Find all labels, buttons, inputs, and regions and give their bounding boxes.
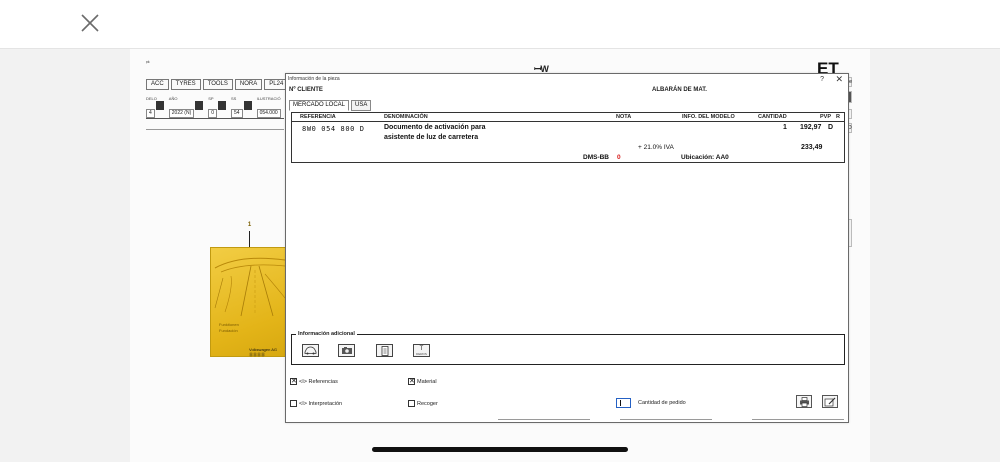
column-header-denomination: DENOMINACIÓN: [384, 114, 428, 120]
year-field: AÑO 2022 (N): [168, 96, 204, 119]
sp-field: SP 0: [208, 96, 227, 119]
vat-label: + 21.0% IVA: [638, 144, 674, 151]
ss-dropdown-button[interactable]: [243, 101, 252, 110]
column-header-quantity: CANTIDAD: [758, 114, 787, 120]
order-quantity-input[interactable]: [616, 398, 631, 408]
additional-info-box: Información adicional T DEROS: [291, 331, 845, 365]
material-option[interactable]: ✕ Material: [408, 378, 437, 385]
references-checkbox[interactable]: ✕: [290, 378, 297, 385]
model-dropdown-button[interactable]: [155, 101, 164, 110]
tab-tools[interactable]: TOOLS: [202, 79, 233, 90]
edit-note-button[interactable]: [822, 395, 838, 408]
order-quantity-label: Cantidad de pedido: [638, 400, 686, 406]
material-checkbox[interactable]: ✕: [408, 378, 415, 385]
model-field: DELO 4: [146, 96, 164, 119]
print-button[interactable]: [796, 395, 812, 408]
button-edge: [620, 419, 712, 420]
part-info-dialog: Información de la pieza ? ✕ Nº CLIENTE A…: [285, 73, 849, 423]
callout-number[interactable]: 1: [246, 222, 253, 230]
catalog-tabs: ACC TYRES TOOLS NORA PL24: [146, 79, 289, 90]
tab-usa[interactable]: USA: [351, 100, 372, 111]
print-icon: [799, 396, 809, 407]
image-viewer: ᵖᵏ ꟷW ET ACC TYRES TOOLS NORA PL24 DELO …: [0, 49, 1000, 462]
car-icon[interactable]: [302, 344, 319, 357]
dms-value: 0: [617, 154, 621, 161]
part-r-code: D: [828, 124, 834, 131]
camera-icon[interactable]: [338, 344, 355, 357]
viewer-top-bar: [0, 0, 1000, 49]
close-icon[interactable]: [79, 12, 101, 34]
road-sketch-icon: [214, 257, 286, 317]
column-header-reference: REFERENCIA: [300, 114, 336, 120]
illustration-field-label: ILUSTRACIÓ: [256, 96, 281, 101]
dms-label: DMS-BB: [583, 154, 609, 161]
edit-icon: [824, 397, 836, 406]
corner-text: ᵖᵏ: [146, 60, 150, 66]
part-quantity: 1: [783, 124, 787, 131]
year-dropdown-button[interactable]: [195, 101, 204, 110]
document-icon[interactable]: [376, 344, 393, 357]
column-header-r: R: [836, 114, 840, 120]
model-field-value[interactable]: 4: [146, 109, 155, 118]
client-number-label: Nº CLIENTE: [289, 87, 323, 93]
ss-field-value[interactable]: 54: [231, 109, 243, 118]
additional-info-label: Información adicional: [296, 331, 357, 337]
button-edge: [498, 419, 590, 420]
sp-field-value[interactable]: 0: [208, 109, 218, 118]
callout-line: [249, 231, 250, 248]
material-option-label: Material: [417, 378, 437, 385]
price-with-vat: 233,49: [801, 144, 823, 151]
references-option[interactable]: ✕ <I> Referencias: [290, 378, 338, 385]
screen-photo: ᵖᵏ ꟷW ET ACC TYRES TOOLS NORA PL24 DELO …: [130, 49, 870, 462]
tab-tyres[interactable]: TYRES: [170, 79, 201, 90]
info-t-icon[interactable]: T DEROS: [413, 344, 430, 357]
divider: [146, 129, 284, 130]
tab-local-market[interactable]: MERCADO LOCAL: [289, 100, 350, 111]
dialog-title: Información de la pieza: [288, 76, 340, 82]
column-header-model-info: INFO. DEL MODELO: [682, 114, 735, 120]
help-button[interactable]: ?: [820, 76, 824, 83]
parts-table: REFERENCIA DENOMINACIÓN NOTA INFO. DEL M…: [291, 112, 845, 163]
column-header-price: PVP: [820, 114, 832, 120]
interpretation-checkbox[interactable]: [290, 400, 297, 407]
column-header-note: NOTA: [616, 114, 632, 120]
manual-subtitle: Fundación: [219, 328, 238, 333]
interpretation-option-label: <I> Interpretación: [299, 400, 343, 407]
collect-option-label: Recoger: [417, 400, 438, 407]
ss-field: SS 54: [231, 96, 252, 119]
location-label: Ubicación: AA0: [681, 154, 729, 161]
delivery-note-label: ALBARÁN DE MAT.: [652, 87, 707, 93]
manual-title: Funktionen: [219, 322, 239, 327]
tab-acc[interactable]: ACC: [146, 79, 169, 90]
part-price: 192,97: [800, 124, 822, 131]
tab-nora[interactable]: NORA: [234, 79, 263, 90]
part-reference: 8W0 054 800 D: [302, 125, 365, 133]
manual-illustration[interactable]: Funktionen Fundación Volkswagen AG ⓄⓄⓄⓄ: [210, 247, 288, 357]
button-edge: [752, 419, 844, 420]
vehicle-fields: DELO 4 AÑO 2022 (N) SP 0 SS 54 ILUSTRACI…: [146, 96, 281, 119]
illustration-field-value[interactable]: 054.000: [256, 109, 281, 118]
illustration-field: ILUSTRACIÓ 054.000: [256, 96, 281, 119]
market-tabs: MERCADO LOCAL USA: [289, 100, 372, 111]
collect-checkbox[interactable]: [408, 400, 415, 407]
manual-brand: Volkswagen AG ⓄⓄⓄⓄ: [249, 347, 278, 357]
collect-option[interactable]: Recoger: [408, 400, 438, 407]
part-description-line1: Documento de activación para: [384, 124, 486, 131]
info-t-icon-caption: DEROS: [416, 351, 427, 356]
dialog-close-button[interactable]: ✕: [835, 74, 843, 85]
year-field-value[interactable]: 2022 (N): [168, 109, 195, 118]
divider: [146, 118, 284, 119]
home-indicator[interactable]: [372, 447, 628, 452]
header-rule: [292, 121, 844, 122]
interpretation-option[interactable]: <I> Interpretación: [290, 400, 342, 407]
order-quantity-control: Cantidad de pedido: [616, 398, 686, 408]
references-option-label: <I> Referencias: [299, 378, 338, 385]
sp-dropdown-button[interactable]: [218, 101, 227, 110]
part-description-line2: asistente de luz de carretera: [384, 134, 479, 141]
